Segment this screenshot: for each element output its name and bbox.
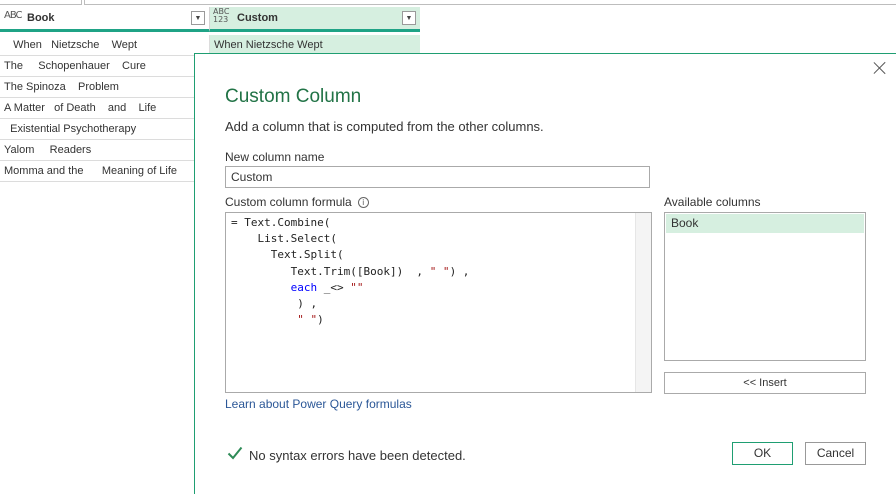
new-column-name-label: New column name xyxy=(225,150,325,164)
custom-column-dialog: Custom Column Add a column that is compu… xyxy=(194,53,896,494)
formula-line: List.Select( xyxy=(231,232,337,246)
learn-power-query-link[interactable]: Learn about Power Query formulas xyxy=(225,397,412,411)
close-icon[interactable] xyxy=(872,60,888,76)
formula-line: = Text.Combine( xyxy=(231,216,331,229)
table-cell-custom[interactable]: When Nietzsche Wept xyxy=(210,35,420,55)
table-cell-book[interactable]: The Spinoza Problem xyxy=(0,77,196,98)
formula-label: Custom column formula xyxy=(225,195,352,209)
table-cell-book[interactable]: Yalom Readers xyxy=(0,140,196,161)
formula-line: Text.Trim([Book]) , " ") , xyxy=(231,264,470,278)
table-cell-book[interactable]: Momma and the Meaning of Life xyxy=(0,161,196,182)
formula-code[interactable]: = Text.Combine( List.Select( Text.Split(… xyxy=(231,215,469,328)
available-column-item[interactable]: Book xyxy=(666,214,864,233)
table-cell-book[interactable]: When Nietzsche Wept xyxy=(0,35,210,56)
new-column-name-input[interactable] xyxy=(225,166,650,188)
top-strip xyxy=(0,0,896,5)
column-header-book[interactable]: ABC Book ▼ xyxy=(0,7,210,32)
filter-dropdown-icon[interactable]: ▼ xyxy=(402,11,416,25)
formula-line: " ") xyxy=(297,313,324,327)
formula-line: each _<> "" xyxy=(290,280,364,294)
filter-dropdown-icon[interactable]: ▼ xyxy=(191,11,205,25)
dialog-description: Add a column that is computed from the o… xyxy=(225,119,544,134)
column-title-custom: Custom xyxy=(237,12,278,24)
table-cell-book[interactable]: The Schopenhauer Cure xyxy=(0,56,196,77)
table-cell-book[interactable]: Existential Psychotherapy xyxy=(0,119,196,140)
column-title-book: Book xyxy=(27,12,55,24)
formula-line: ) , xyxy=(231,297,318,311)
formula-editor[interactable]: = Text.Combine( List.Select( Text.Split(… xyxy=(225,212,652,393)
any-type-icon[interactable]: ABC 123 xyxy=(213,7,235,29)
syntax-status: No syntax errors have been detected. xyxy=(249,448,466,463)
cancel-button[interactable]: Cancel xyxy=(805,442,866,465)
text-type-icon[interactable]: ABC xyxy=(3,7,25,29)
column-header-custom[interactable]: ABC 123 Custom ▼ xyxy=(210,7,420,32)
check-icon xyxy=(227,446,243,460)
ok-button[interactable]: OK xyxy=(732,442,793,465)
dialog-title: Custom Column xyxy=(225,86,362,107)
info-icon[interactable]: i xyxy=(357,196,369,208)
formula-scrollbar[interactable] xyxy=(635,213,651,392)
insert-button[interactable]: << Insert xyxy=(664,372,866,394)
top-strip-right xyxy=(84,0,896,5)
available-columns-label: Available columns xyxy=(664,195,761,209)
formula-line: Text.Split( xyxy=(231,248,344,262)
table-cell-book[interactable]: A Matter of Death and Life xyxy=(0,98,196,119)
available-columns-list[interactable]: Book xyxy=(664,212,866,361)
top-strip-left xyxy=(0,0,82,5)
formula-label-row: Custom column formula i xyxy=(225,195,369,209)
